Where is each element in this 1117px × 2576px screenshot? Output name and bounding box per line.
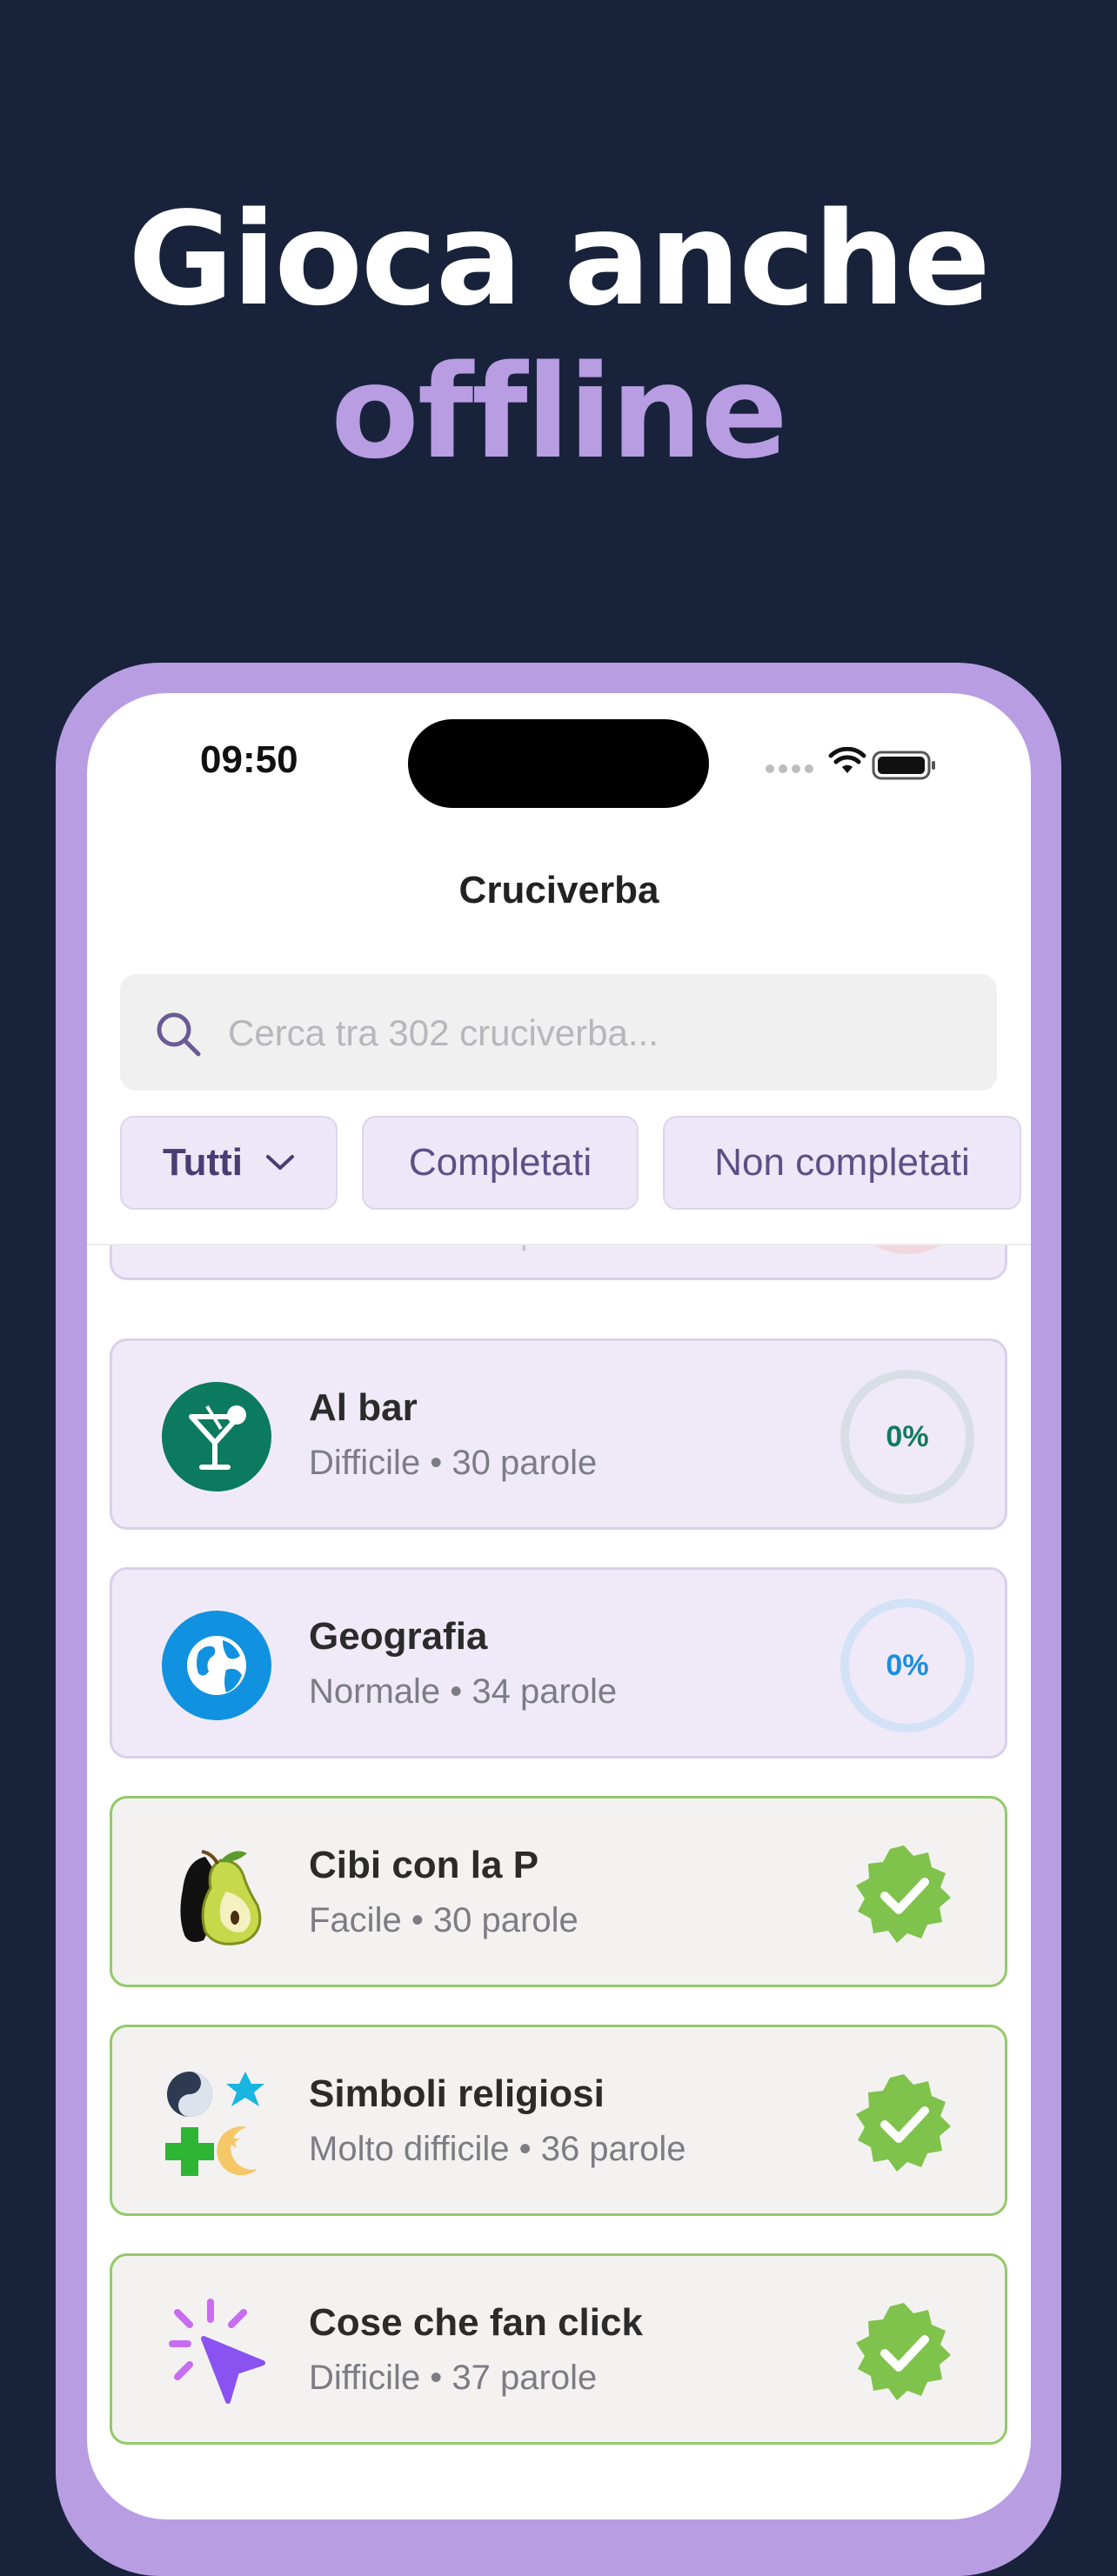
chevron-down-icon	[266, 1155, 295, 1170]
cellular-signal-icon	[766, 764, 818, 775]
filter-all-label: Tutti	[162, 1141, 244, 1184]
filter-not-completed[interactable]: Non completati	[663, 1116, 1021, 1210]
list-item[interactable]: Simboli religiosi Molto difficile • 36 p…	[110, 2025, 1007, 2216]
list-item-subtitle: Molto difficile • 36 parole	[309, 2130, 686, 2168]
list-item-title: Cose che fan click	[309, 2301, 643, 2344]
search-input[interactable]: Cerca tra 302 cruciverba...	[120, 974, 997, 1091]
cursor-click-icon	[169, 2299, 265, 2404]
list-item-title: Al bar	[309, 1386, 418, 1429]
page-title: Cruciverba	[458, 869, 659, 911]
list-item-subtitle: Normale • 40 parole	[309, 1245, 617, 1252]
filter-bar: Tutti Completati Non completati	[120, 1116, 1031, 1210]
list-item-title: Simboli religiosi	[309, 2072, 605, 2115]
completed-badge-icon	[856, 2303, 951, 2400]
list-item[interactable]: Geografia Normale • 34 parole 0%	[110, 1567, 1007, 1758]
list-item-title: Cibi con la P	[309, 1844, 539, 1886]
headline: Gioca anche offline	[0, 183, 1117, 489]
completed-badge-icon	[856, 2074, 951, 2172]
phone-screen: 09:50 Cruciverba Cerca tra 302 cruciverb…	[87, 693, 1031, 2519]
cocktail-icon	[162, 1382, 271, 1492]
list-item-subtitle: Facile • 30 parole	[309, 1901, 579, 1939]
battery-icon	[872, 751, 935, 780]
filter-completed[interactable]: Completati	[362, 1116, 639, 1210]
list-item-subtitle: Difficile • 30 parole	[309, 1444, 598, 1482]
filter-completed-label: Completati	[408, 1141, 592, 1184]
list-item-title: Geografia	[309, 1615, 488, 1658]
list-item[interactable]: Cose che fan click Difficile • 37 parole	[110, 2253, 1007, 2445]
progress-percent: 0%	[886, 1648, 929, 1682]
completed-badge-icon	[856, 1845, 951, 1943]
status-time: 09:50	[200, 738, 298, 781]
pear-icon	[180, 1850, 262, 1945]
list-item[interactable]: Cibi con la P Facile • 30 parole	[110, 1796, 1007, 1987]
progress-ring	[874, 1245, 940, 1254]
crossword-list: Normale • 40 parole Al bar Difficile • 3…	[87, 1244, 1031, 2519]
headline-line-2: offline	[331, 337, 788, 487]
list-item-subtitle: Difficile • 37 parole	[309, 2359, 598, 2397]
list-item[interactable]: Al bar Difficile • 30 parole 0%	[110, 1338, 1007, 1530]
dynamic-island	[408, 719, 709, 808]
globe-icon	[162, 1611, 271, 1720]
filter-all[interactable]: Tutti	[120, 1116, 338, 1210]
progress-percent: 0%	[886, 1419, 929, 1453]
religious-symbols-icon	[165, 2072, 264, 2176]
filter-not-completed-label: Non completati	[714, 1141, 970, 1184]
search-icon	[157, 1012, 201, 1057]
headline-line-1: Gioca anche	[128, 184, 991, 334]
list-item[interactable]: Normale • 40 parole	[110, 1245, 1007, 1280]
wifi-icon	[828, 747, 866, 773]
list-item-subtitle: Normale • 34 parole	[309, 1672, 618, 1711]
search-placeholder: Cerca tra 302 cruciverba...	[228, 1012, 659, 1053]
